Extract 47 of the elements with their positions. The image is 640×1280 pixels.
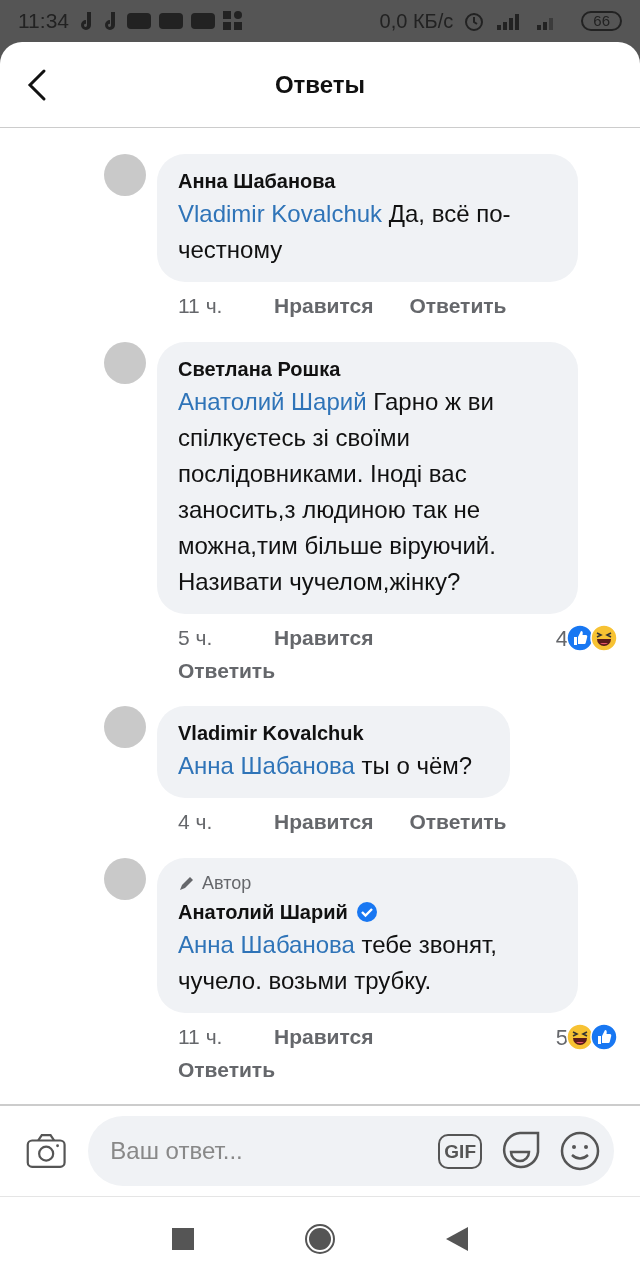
author-name: Светлана Рошка bbox=[178, 356, 341, 382]
author-name: Vladimir Kovalchuk bbox=[178, 721, 364, 746]
author-name: Анатолий Шарий bbox=[178, 899, 348, 925]
laughing-emoji-icon bbox=[590, 624, 618, 652]
comment-time: 11 ч. bbox=[178, 1024, 224, 1051]
laughing-emoji-icon bbox=[566, 1023, 594, 1051]
mention-link[interactable]: Vladimir Kovalchuk bbox=[178, 200, 383, 227]
comment-time: 11 ч. bbox=[178, 293, 224, 319]
reaction-count: 5 bbox=[555, 1023, 568, 1052]
comment-text: Vladimir Kovalchuk Да, всё по-честному bbox=[178, 199, 512, 265]
comment-text: Анна Шабанова тебе звонят, чучело. возьми трубку. bbox=[178, 929, 498, 996]
avatar-placeholder bbox=[104, 857, 146, 900]
home-button[interactable] bbox=[304, 1222, 336, 1255]
reply-link[interactable]: Ответить bbox=[409, 806, 507, 838]
mention-link[interactable]: Анна Шабанова bbox=[178, 752, 355, 779]
thumbs-up-icon bbox=[566, 624, 594, 652]
reply-link[interactable]: Ответить bbox=[157, 1053, 276, 1085]
reply-input[interactable]: Ваш ответ... GIF bbox=[88, 1116, 614, 1186]
like-link[interactable]: Нравится bbox=[274, 622, 374, 654]
reply-link[interactable]: Ответить bbox=[409, 290, 507, 322]
avatar-placeholder bbox=[104, 706, 146, 748]
author-label: Автор bbox=[202, 871, 252, 895]
mention-link[interactable]: Анатолий Шарий bbox=[178, 387, 367, 415]
comment-time: 4 ч. bbox=[178, 809, 214, 835]
avatar-placeholder bbox=[104, 341, 146, 384]
thumbs-up-icon bbox=[590, 1023, 618, 1051]
mention-link[interactable]: Анна Шабанова bbox=[178, 930, 355, 958]
comment-time: 5 ч. bbox=[178, 625, 214, 652]
like-link[interactable]: Нравится bbox=[274, 1021, 374, 1053]
pencil-icon bbox=[178, 874, 196, 892]
screen-title: Ответы bbox=[274, 69, 366, 100]
verified-icon bbox=[355, 900, 378, 923]
back-nav-button[interactable] bbox=[446, 1226, 468, 1251]
author-name: Анна Шабанова bbox=[178, 169, 336, 194]
reaction-count: 4 bbox=[555, 624, 568, 653]
like-link[interactable]: Нравится bbox=[274, 290, 374, 322]
emoji-icon[interactable] bbox=[560, 1131, 600, 1171]
comment-text: Анна Шабанова ты о чём? bbox=[178, 751, 473, 781]
like-link[interactable]: Нравится bbox=[274, 806, 374, 838]
reply-link[interactable]: Ответить bbox=[157, 654, 276, 686]
apps-icon bbox=[223, 11, 243, 31]
comment-text: Анатолий Шарий Гарно ж ви спілкуєтесь зі своїми послідовниками. Іноді вас заносить,з людиною так не можна,тим більше віруючий. Називати чучелом,жінку? bbox=[178, 386, 497, 597]
camera-icon[interactable] bbox=[26, 1131, 67, 1171]
recents-button[interactable] bbox=[172, 1227, 194, 1250]
avatar-placeholder bbox=[104, 154, 146, 196]
alarm-icon bbox=[463, 10, 486, 32]
gif-button[interactable]: GIF bbox=[438, 1133, 482, 1169]
